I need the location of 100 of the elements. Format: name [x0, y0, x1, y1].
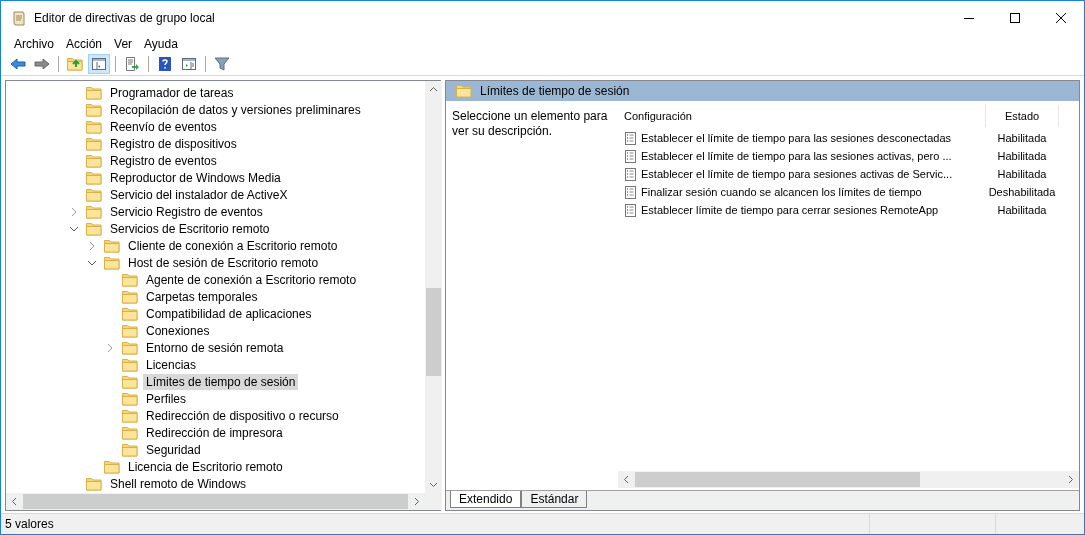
tree-item[interactable]: Servicio del instalador de ActiveX	[107, 186, 291, 203]
policy-icon	[624, 149, 637, 163]
folder-icon	[122, 373, 138, 390]
view-tab[interactable]: Extendido	[450, 491, 522, 508]
expand-chevron-icon[interactable]	[105, 342, 115, 353]
tree-item[interactable]: Redirección de dispositivo o recurso	[143, 407, 342, 424]
folder-icon	[122, 390, 138, 407]
folder-icon	[122, 407, 138, 424]
tree-item[interactable]: Entorno de sesión remota	[143, 339, 287, 356]
vertical-scrollbar[interactable]	[425, 81, 442, 493]
setting-state: Deshabilitada	[987, 186, 1057, 198]
folder-icon	[456, 83, 472, 99]
folder-icon	[104, 458, 120, 475]
tree-item[interactable]: Perfiles	[143, 390, 189, 407]
setting-name[interactable]: Establecer el límite de tiempo para sesiones activas de Servic...	[641, 168, 953, 180]
description-text: Seleccione un elemento para ver su descripción.	[451, 108, 609, 140]
back-arrow-icon[interactable]	[10, 56, 26, 72]
menu-item[interactable]: Ayuda	[138, 37, 184, 51]
document-icon	[11, 10, 27, 26]
folder-icon	[86, 475, 102, 492]
view-tab[interactable]: Estándar	[521, 491, 588, 508]
folder-icon	[86, 101, 102, 118]
tree-item[interactable]: Recopilación de datos y versiones preliminares	[107, 101, 364, 118]
tree-item[interactable]: Redirección de impresora	[143, 424, 286, 441]
filter-icon[interactable]	[214, 56, 230, 72]
setting-state: Habilitada	[996, 204, 1048, 216]
tree-item[interactable]: Licencia de Escritorio remoto	[125, 458, 286, 475]
folder-icon	[122, 356, 138, 373]
tree-item[interactable]: Registro de eventos	[107, 152, 220, 169]
horizontal-scrollbar[interactable]	[618, 471, 1079, 488]
policy-icon	[624, 185, 637, 199]
scroll-left-icon[interactable]	[10, 497, 19, 506]
expand-chevron-icon[interactable]	[69, 206, 79, 217]
folder-icon	[86, 84, 102, 101]
tree-item[interactable]: Servicio Registro de eventos	[107, 203, 266, 220]
scroll-thumb[interactable]	[635, 472, 920, 487]
folder-icon	[104, 237, 120, 254]
help-icon[interactable]	[157, 56, 173, 72]
status-text: 5 valores	[4, 517, 55, 531]
policy-icon	[624, 167, 637, 181]
setting-name[interactable]: Establecer el límite de tiempo para las sesiones activas, pero ...	[641, 150, 952, 162]
tree-item[interactable]: Compatibilidad de aplicaciones	[143, 305, 315, 322]
scroll-down-icon[interactable]	[429, 480, 438, 489]
tree-item[interactable]: Cliente de conexión a Escritorio remoto	[125, 237, 341, 254]
policy-icon	[624, 203, 637, 217]
folder-icon	[122, 339, 138, 356]
scroll-up-icon[interactable]	[429, 85, 438, 94]
setting-name[interactable]: Establecer el límite de tiempo para las sesiones desconectadas	[641, 132, 951, 144]
menu-item[interactable]: Archivo	[8, 37, 60, 51]
horizontal-scrollbar[interactable]	[6, 493, 425, 510]
tree-item[interactable]: Host de sesión de Escritorio remoto	[125, 254, 322, 271]
scroll-right-icon[interactable]	[1066, 475, 1075, 484]
tree-item[interactable]: Seguridad	[143, 441, 204, 458]
folder-icon	[86, 169, 102, 186]
tree-item[interactable]: Licencias	[143, 356, 200, 373]
folder-icon	[104, 254, 120, 271]
scroll-thumb[interactable]	[23, 494, 408, 509]
tree-pane-icon[interactable]	[91, 56, 107, 72]
menu-item[interactable]: Acción	[60, 37, 109, 51]
export-list-icon[interactable]	[124, 56, 140, 72]
folder-icon	[86, 203, 102, 220]
folder-icon	[86, 135, 102, 152]
tree-item[interactable]: Servicios de Escritorio remoto	[107, 220, 273, 237]
folder-icon	[86, 186, 102, 203]
window-title: Editor de directivas de grupo local	[34, 11, 216, 25]
expand-chevron-icon[interactable]	[87, 240, 97, 251]
setting-state: Habilitada	[996, 168, 1048, 180]
setting-state: Habilitada	[996, 150, 1048, 162]
policy-icon	[624, 131, 637, 145]
folder-icon	[86, 118, 102, 135]
column-header[interactable]: Configuración	[618, 105, 986, 127]
maximize-icon	[1010, 13, 1020, 23]
menu-item[interactable]: Ver	[108, 37, 139, 51]
tree-item[interactable]: Agente de conexión a Escritorio remoto	[143, 271, 360, 288]
tree-item[interactable]: Carpetas temporales	[143, 288, 261, 305]
folder-up-icon[interactable]	[67, 56, 83, 72]
tree-item[interactable]: Conexiones	[143, 322, 213, 339]
folder-icon	[86, 152, 102, 169]
tree-item[interactable]: Shell remoto de Windows	[107, 475, 250, 492]
setting-state: Habilitada	[996, 132, 1048, 144]
tree-item[interactable]: Reproductor de Windows Media	[107, 169, 284, 186]
tree-item[interactable]: Límites de tiempo de sesión	[143, 373, 299, 390]
setting-name[interactable]: Establecer límite de tiempo para cerrar sesiones RemoteApp	[641, 204, 939, 216]
properties-pane-icon[interactable]	[181, 56, 197, 72]
column-header[interactable]: Estado	[986, 105, 1059, 127]
setting-name[interactable]: Finalizar sesión cuando se alcancen los límites de tiempo	[641, 186, 922, 198]
folder-icon	[122, 288, 138, 305]
folder-icon	[86, 220, 102, 237]
scroll-right-icon[interactable]	[412, 497, 421, 506]
tree-item[interactable]: Registro de dispositivos	[107, 135, 240, 152]
scroll-thumb[interactable]	[426, 288, 441, 376]
folder-icon	[122, 322, 138, 339]
scroll-left-icon[interactable]	[622, 475, 631, 484]
folder-icon	[122, 424, 138, 441]
tree-item[interactable]: Programador de tareas	[107, 84, 237, 101]
folder-icon	[122, 305, 138, 322]
forward-arrow-icon[interactable]	[34, 56, 50, 72]
folder-icon	[122, 441, 138, 458]
folder-icon	[122, 271, 138, 288]
tree-item[interactable]: Reenvío de eventos	[107, 118, 220, 135]
